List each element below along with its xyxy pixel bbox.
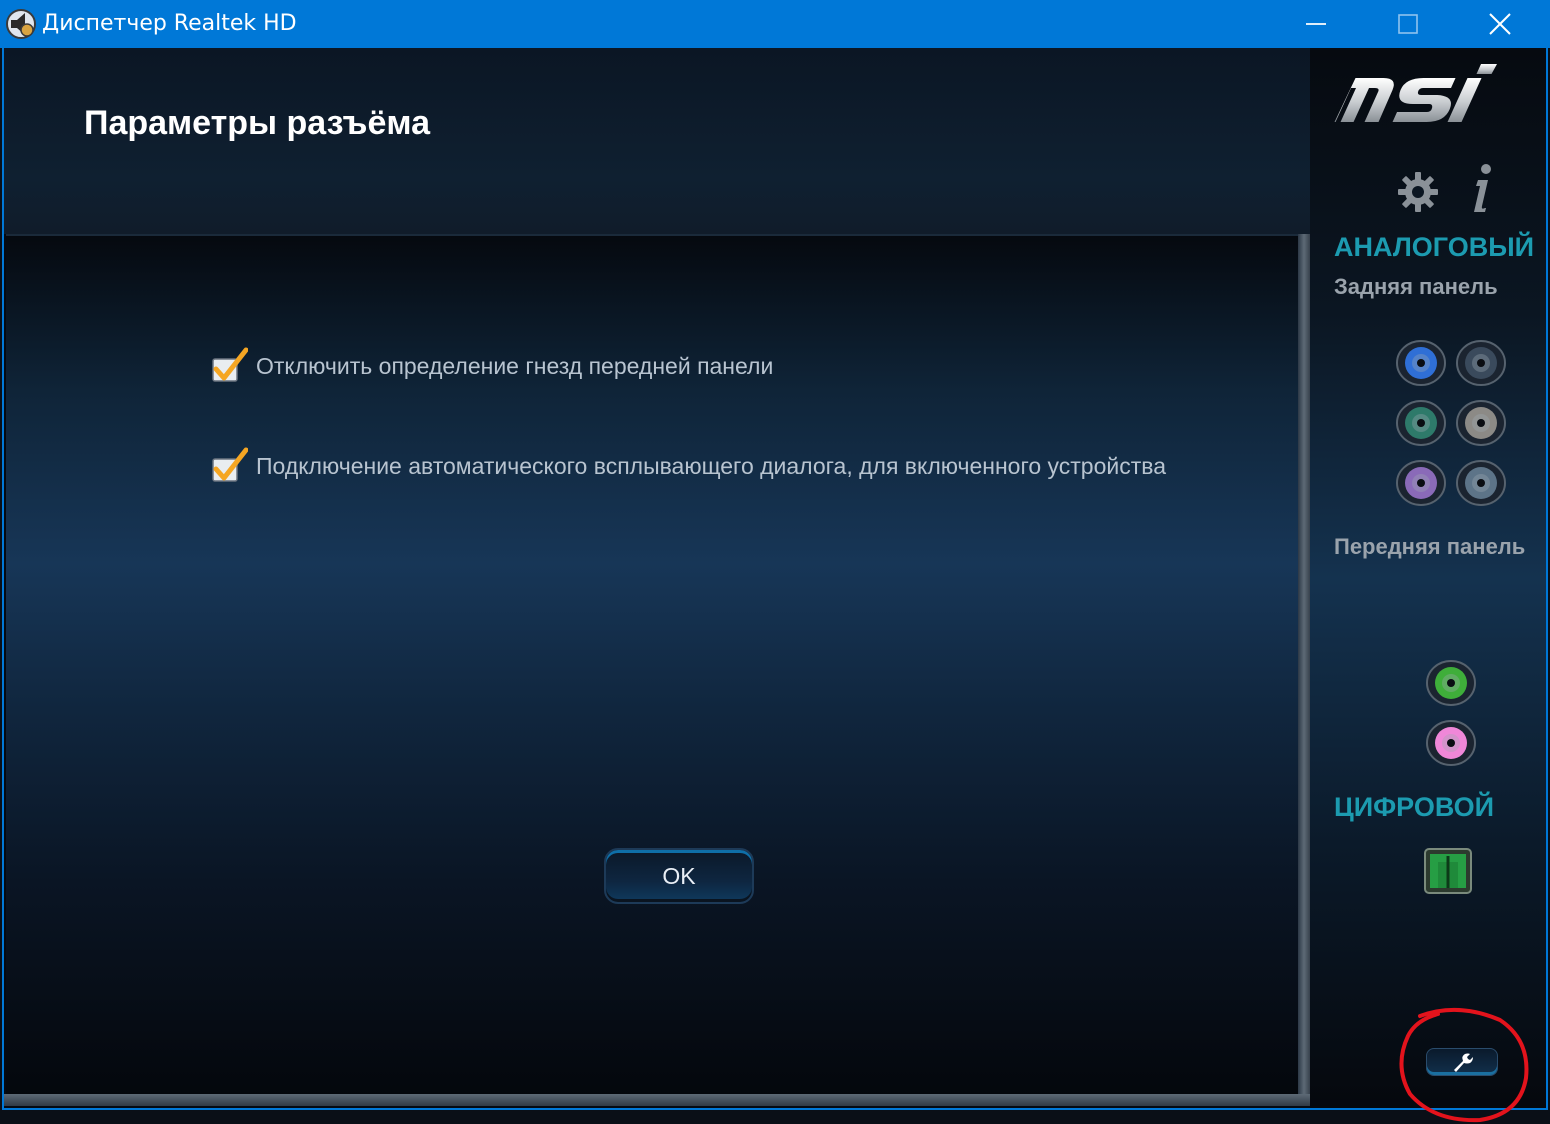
audio-jack-icon[interactable] xyxy=(1396,458,1446,508)
audio-jack-icon[interactable] xyxy=(1456,458,1506,508)
audio-jack-icon[interactable] xyxy=(1456,398,1506,448)
audio-jack-icon[interactable] xyxy=(1426,658,1476,708)
checkbox-checked-icon[interactable] xyxy=(210,347,248,385)
header-band: Параметры разъёма xyxy=(4,48,1310,234)
msi-logo xyxy=(1334,64,1498,122)
panel-frame-right xyxy=(1298,234,1310,1098)
checkbox-checked-icon[interactable] xyxy=(210,447,248,485)
connector-settings-button[interactable] xyxy=(1426,1048,1498,1076)
front-panel-title: Передняя панель xyxy=(1334,534,1526,559)
close-button[interactable] xyxy=(1454,0,1546,48)
option-label: Отключить определение гнезд передней пан… xyxy=(256,352,774,379)
audio-jack-icon[interactable] xyxy=(1396,338,1446,388)
option-label: Подключение автоматического всплывающего… xyxy=(256,452,1167,479)
title-bar: Диспетчер Realtek HD xyxy=(0,0,1550,48)
audio-jack-icon[interactable] xyxy=(1396,398,1446,448)
digital-section-title: ЦИФРОВОЙ xyxy=(1334,792,1495,822)
window-title: Диспетчер Realtek HD xyxy=(42,11,297,36)
maximize-button[interactable] xyxy=(1362,0,1454,48)
info-icon[interactable] xyxy=(1466,162,1496,214)
option-auto-popup-dialog[interactable]: Подключение автоматического всплывающего… xyxy=(210,446,1166,486)
gear-icon[interactable] xyxy=(1396,170,1440,214)
wrench-icon xyxy=(1454,1053,1473,1072)
speaker-app-icon xyxy=(6,9,36,39)
option-disable-front-jack-detection[interactable]: Отключить определение гнезд передней пан… xyxy=(210,346,773,386)
realtek-manager-window: Параметры разъёма Отключить определение … xyxy=(2,48,1548,1110)
panel-frame-bottom xyxy=(4,1094,1310,1106)
spdif-optical-icon[interactable] xyxy=(1424,848,1472,894)
minimize-icon xyxy=(1306,23,1326,25)
audio-jack-icon[interactable] xyxy=(1426,718,1476,768)
ok-button[interactable]: OK xyxy=(604,848,754,904)
maximize-icon xyxy=(1398,14,1418,34)
audio-jack-icon[interactable] xyxy=(1456,338,1506,388)
rear-panel-title: Задняя панель xyxy=(1334,274,1498,299)
analog-section-title: АНАЛОГОВЫЙ xyxy=(1334,232,1535,262)
close-icon xyxy=(1489,13,1511,35)
minimize-button[interactable] xyxy=(1270,0,1362,48)
page-title: Параметры разъёма xyxy=(84,104,430,142)
device-sidebar: АНАЛОГОВЫЙ Задняя панель Передняя панель… xyxy=(1310,48,1546,1108)
